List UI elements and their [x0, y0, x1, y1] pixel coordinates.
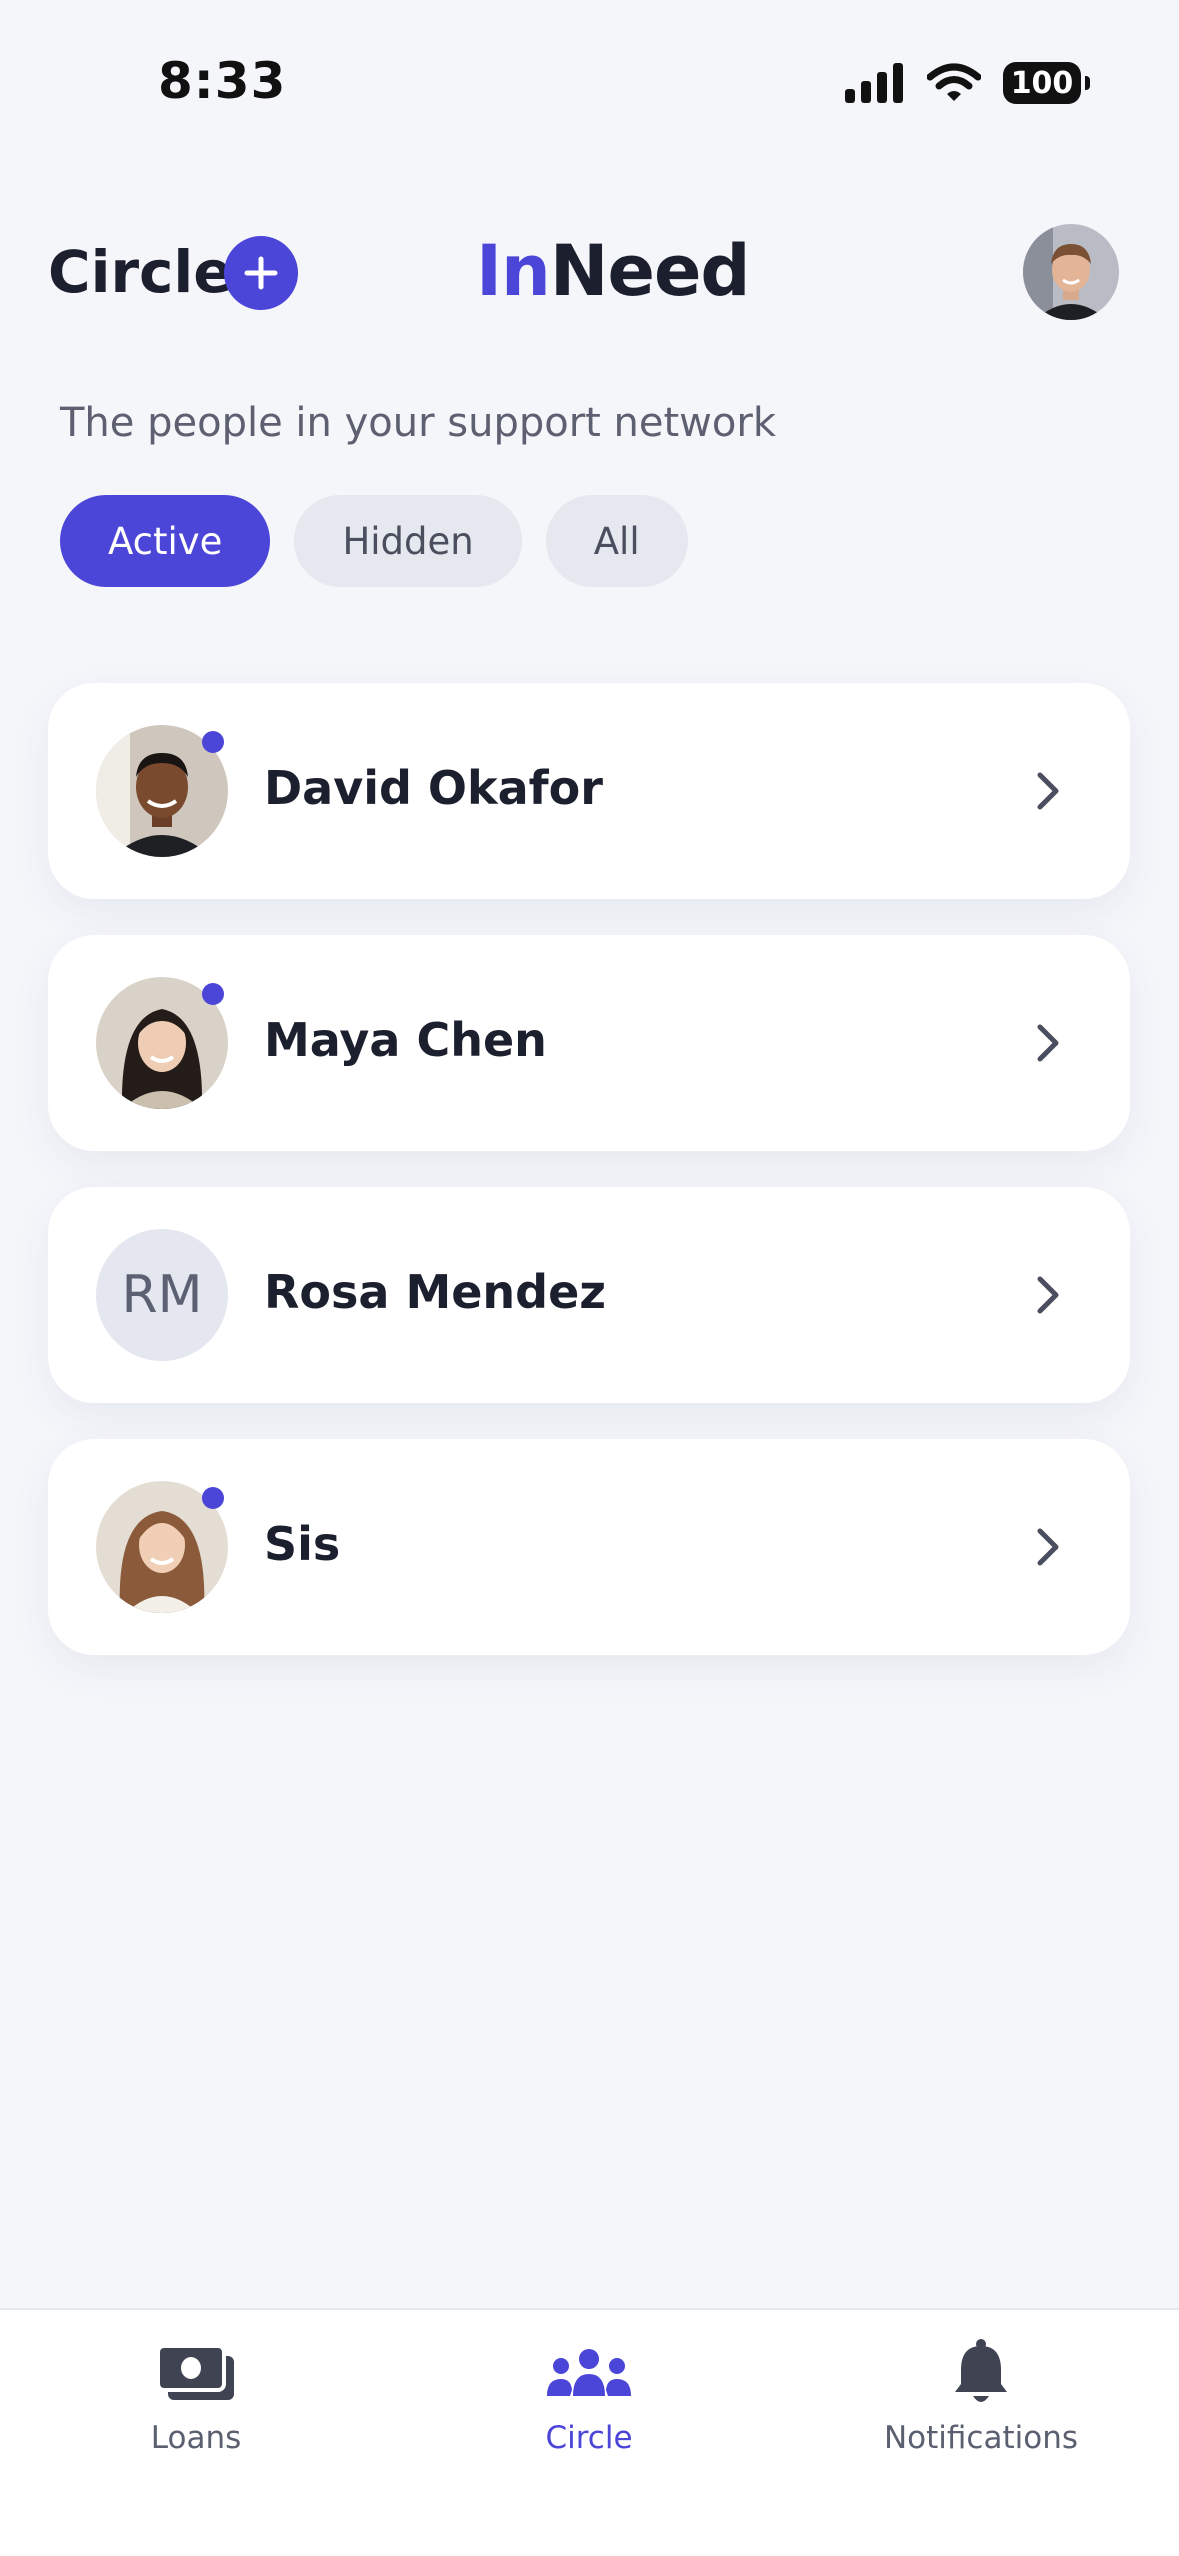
chevron-right-icon [1037, 772, 1059, 810]
tab-label: Circle [545, 2420, 633, 2456]
app-logo: InNeed [476, 230, 751, 312]
tab-label: Notifications [883, 2420, 1079, 2456]
logo-rest: Need [549, 230, 751, 312]
tab-loans[interactable]: Loans [46, 2338, 346, 2456]
profile-avatar[interactable] [1023, 224, 1119, 320]
chevron-right-icon [1037, 1528, 1059, 1566]
avatar [96, 977, 228, 1109]
logo-accent: In [476, 230, 551, 312]
chevron-right-icon [1037, 1024, 1059, 1062]
page-title: Circle [48, 238, 233, 306]
money-icon [156, 2344, 234, 2400]
tab-label: Loans [150, 2420, 242, 2456]
online-indicator [202, 1487, 224, 1509]
filter-active[interactable]: Active [60, 495, 271, 587]
avatar: RM [96, 1229, 228, 1361]
avatar [96, 1481, 228, 1613]
group-icon [547, 2349, 631, 2396]
person-card-rosa-mendez[interactable]: RM Rosa Mendez [48, 1187, 1130, 1403]
filter-hidden[interactable]: Hidden [294, 495, 522, 587]
page-subtitle: The people in your support network [60, 400, 776, 446]
add-person-button[interactable] [224, 236, 298, 310]
person-name: Sis [264, 1517, 341, 1571]
plus-icon [244, 256, 278, 290]
person-name: Rosa Mendez [264, 1265, 607, 1319]
chevron-right-icon [1037, 1276, 1059, 1314]
status-icons: 100 [845, 62, 1090, 104]
person-name: Maya Chen [264, 1013, 547, 1067]
wifi-icon [927, 63, 981, 101]
person-card-david-okafor[interactable]: David Okafor [48, 683, 1130, 899]
person-list: David Okafor Maya Chen RM Rosa Mendez Si… [48, 683, 1130, 1691]
filter-tabs: Active Hidden All [60, 495, 688, 587]
battery-indicator: 100 [1003, 62, 1090, 104]
person-card-maya-chen[interactable]: Maya Chen [48, 935, 1130, 1151]
tab-circle[interactable]: Circle [439, 2338, 739, 2456]
status-time: 8:33 [158, 52, 287, 110]
avatar [96, 725, 228, 857]
bottom-tab-bar: Loans Circle Notifications [0, 2308, 1179, 2556]
person-card-sis[interactable]: Sis [48, 1439, 1130, 1655]
filter-all[interactable]: All [545, 495, 688, 587]
tab-notifications[interactable]: Notifications [831, 2338, 1131, 2456]
battery-level: 100 [1010, 65, 1074, 101]
circle-screen: 8:33 100 Circle InNeed The people in you… [0, 0, 1179, 2556]
online-indicator [202, 983, 224, 1005]
bell-icon [955, 2339, 1007, 2402]
avatar-initials: RM [96, 1229, 228, 1361]
online-indicator [202, 731, 224, 753]
person-name: David Okafor [264, 761, 603, 815]
cellular-signal-icon [845, 63, 903, 103]
